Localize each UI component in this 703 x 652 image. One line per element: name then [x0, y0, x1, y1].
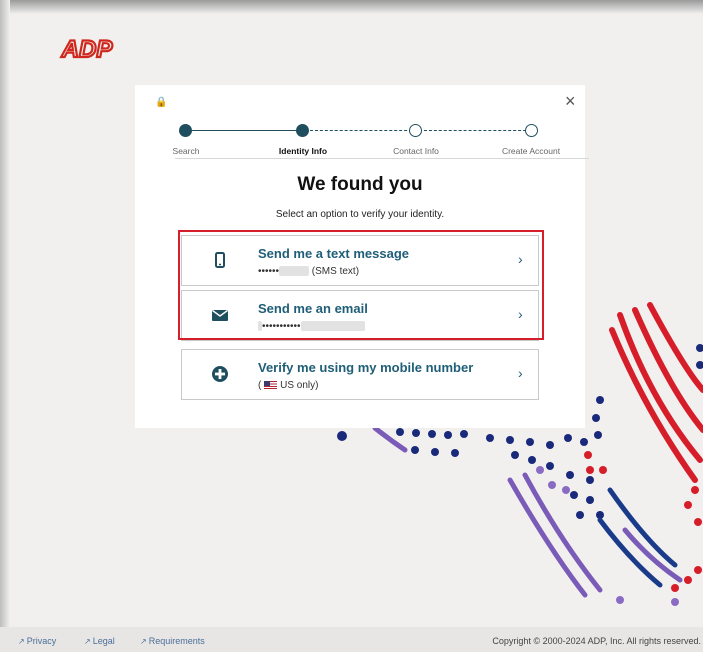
- step-dot-identity-info: [296, 124, 309, 137]
- paren-open: (: [258, 380, 262, 391]
- external-link-icon: ↗: [18, 637, 25, 646]
- us-only-note: ( US only): [258, 380, 318, 391]
- privacy-link-label: Privacy: [26, 636, 57, 646]
- footer: ↗ Privacy ↗ Legal ↗ Requirements Copyright …: [0, 627, 703, 652]
- email-title: Send me an email: [258, 301, 368, 316]
- external-link-icon: ↗: [140, 637, 147, 646]
- chevron-right-icon: ›: [518, 251, 523, 267]
- envelope-icon: [212, 309, 228, 321]
- legal-link[interactable]: ↗ Legal: [84, 636, 115, 646]
- copyright-text: Copyright © 2000-2024 ADP, Inc. All righ…: [492, 636, 701, 646]
- phone-mask: ••••••: [258, 266, 280, 277]
- requirements-link[interactable]: ↗ Requirements: [140, 636, 205, 646]
- chevron-right-icon: ›: [518, 365, 523, 381]
- step-label-create-account: Create Account: [501, 146, 561, 156]
- sms-text-label: (SMS text): [311, 266, 360, 277]
- window-left-shadow: [0, 0, 10, 652]
- requirements-link-label: Requirements: [148, 636, 205, 646]
- step-dot-contact-info: [409, 124, 422, 137]
- us-flag-icon: [264, 381, 278, 390]
- step-connector-complete: [185, 130, 299, 131]
- mobile-number-title: Verify me using my mobile number: [258, 360, 474, 375]
- phone-icon: [215, 252, 225, 268]
- step-dot-search: [179, 124, 192, 137]
- chevron-right-icon: ›: [518, 306, 523, 322]
- email-mask: •••••••••••: [262, 321, 301, 332]
- text-message-option[interactable]: Send me a text message •••••• (SMS text)…: [181, 235, 539, 286]
- legal-link-label: Legal: [92, 636, 115, 646]
- verify-identity-dialog: 🔒 × Search Identity Info Contact Info Cr…: [135, 85, 589, 428]
- privacy-link[interactable]: ↗ Privacy: [18, 636, 56, 646]
- plus-circle-icon: [212, 366, 228, 382]
- adp-logo: ADP: [60, 35, 115, 61]
- page-subtitle: Select an option to verify your identity…: [275, 209, 445, 220]
- progress-stepper: Search Identity Info Contact Info Create…: [135, 117, 585, 161]
- us-only-text: US only): [280, 380, 319, 391]
- masked-email: •••••••••••: [258, 321, 365, 332]
- step-label-search: Search: [172, 146, 200, 156]
- redacted-email: [300, 321, 365, 332]
- step-label-identity-info: Identity Info: [278, 146, 328, 156]
- step-label-contact-info: Contact Info: [393, 146, 439, 156]
- text-message-title: Send me a text message: [258, 246, 410, 261]
- lock-icon: 🔒: [155, 97, 168, 108]
- step-dot-create-account: [525, 124, 538, 137]
- mobile-number-option[interactable]: Verify me using my mobile number ( US on…: [181, 349, 539, 400]
- logo-text: ADP: [61, 36, 114, 61]
- external-link-icon: ↗: [84, 637, 91, 646]
- close-button[interactable]: ×: [565, 91, 576, 112]
- stepper-divider: [175, 158, 589, 159]
- email-option[interactable]: Send me an email ••••••••••• ›: [181, 290, 539, 341]
- window-top-shadow: [0, 0, 703, 14]
- page-title: We found you: [297, 174, 423, 195]
- redacted-phone: [279, 266, 310, 277]
- masked-phone-number: •••••• (SMS text): [258, 266, 359, 277]
